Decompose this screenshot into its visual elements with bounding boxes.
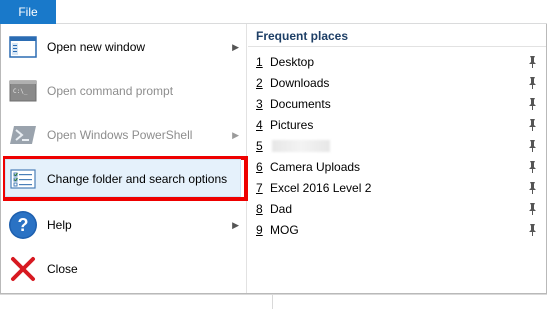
item-name: Camera Uploads xyxy=(270,160,361,174)
submenu-arrow-icon: ▶ xyxy=(232,219,239,230)
frequent-place-item[interactable]: 6 Camera Uploads xyxy=(248,157,546,178)
frequent-place-item[interactable]: 7 Excel 2016 Level 2 xyxy=(248,178,546,199)
open-command-prompt-item[interactable]: C:\_ Open command prompt xyxy=(1,69,247,113)
item-number: 9 xyxy=(256,223,263,237)
window-icon xyxy=(8,32,38,62)
redacted-name xyxy=(272,140,330,152)
pin-icon[interactable] xyxy=(526,160,538,174)
pin-icon[interactable] xyxy=(526,97,538,111)
frequent-place-item[interactable]: 3 Documents xyxy=(248,94,546,115)
svg-text:C:\_: C:\_ xyxy=(13,88,28,95)
item-name: Excel 2016 Level 2 xyxy=(270,181,372,195)
change-folder-options-label: Change folder and search options xyxy=(47,172,228,186)
pin-icon[interactable] xyxy=(526,202,538,216)
frequent-place-item[interactable]: 8 Dad xyxy=(248,199,546,220)
status-strip xyxy=(0,294,547,309)
item-name: Pictures xyxy=(270,118,314,132)
change-folder-options-item[interactable]: Change folder and search options xyxy=(1,157,247,201)
item-number: 1 xyxy=(256,55,263,69)
open-powershell-item[interactable]: Open Windows PowerShell ▶ xyxy=(1,113,247,157)
close-icon xyxy=(8,254,38,284)
item-name: MOG xyxy=(270,223,299,237)
pin-icon[interactable] xyxy=(526,139,538,153)
frequent-place-item[interactable]: 2 Downloads xyxy=(248,73,546,94)
open-powershell-label: Open Windows PowerShell xyxy=(47,128,193,142)
close-item[interactable]: Close xyxy=(1,247,247,291)
help-item[interactable]: ? Help ▶ xyxy=(1,203,247,247)
pin-icon[interactable] xyxy=(526,55,538,69)
frequent-place-item[interactable]: 9 MOG xyxy=(248,220,546,241)
item-name: Dad xyxy=(270,202,293,216)
frequent-place-item[interactable]: 1 Desktop xyxy=(248,52,546,73)
divider xyxy=(248,46,546,47)
pin-icon[interactable] xyxy=(526,118,538,132)
item-number: 5 xyxy=(256,139,263,153)
item-name: Downloads xyxy=(270,76,330,90)
item-number: 8 xyxy=(256,202,263,216)
item-number: 7 xyxy=(256,181,263,195)
close-label: Close xyxy=(47,262,78,276)
submenu-arrow-icon: ▶ xyxy=(232,129,239,140)
item-name: Desktop xyxy=(270,55,315,69)
pin-icon[interactable] xyxy=(526,181,538,195)
item-number: 4 xyxy=(256,118,263,132)
item-name: Documents xyxy=(270,97,331,111)
help-label: Help xyxy=(47,218,72,232)
pin-icon[interactable] xyxy=(526,223,538,237)
item-number: 6 xyxy=(256,160,263,174)
file-menu-commands: Open new window ▶ C:\_ Open command prom… xyxy=(1,24,248,293)
item-number: 3 xyxy=(256,97,263,111)
file-tab[interactable]: File xyxy=(0,0,56,24)
command-prompt-icon: C:\_ xyxy=(8,76,38,106)
item-number: 2 xyxy=(256,76,263,90)
pin-icon[interactable] xyxy=(526,76,538,90)
help-icon: ? xyxy=(8,210,38,240)
divider xyxy=(272,295,273,309)
frequent-places-panel: Frequent places 1 Desktop 2 Downloads 3 … xyxy=(248,24,546,293)
file-menu-panel: Open new window ▶ C:\_ Open command prom… xyxy=(0,24,547,294)
open-new-window-label: Open new window xyxy=(47,40,146,54)
open-command-prompt-label: Open command prompt xyxy=(47,84,174,98)
open-new-window-item[interactable]: Open new window ▶ xyxy=(1,25,247,69)
powershell-icon xyxy=(8,120,38,150)
frequent-places-title: Frequent places xyxy=(256,29,349,43)
svg-text:?: ? xyxy=(18,215,29,235)
folder-options-icon xyxy=(8,164,38,194)
frequent-place-item[interactable]: 5 xyxy=(248,136,546,157)
ribbon-bar: File xyxy=(0,0,547,24)
frequent-place-item[interactable]: 4 Pictures xyxy=(248,115,546,136)
submenu-arrow-icon: ▶ xyxy=(232,41,239,52)
